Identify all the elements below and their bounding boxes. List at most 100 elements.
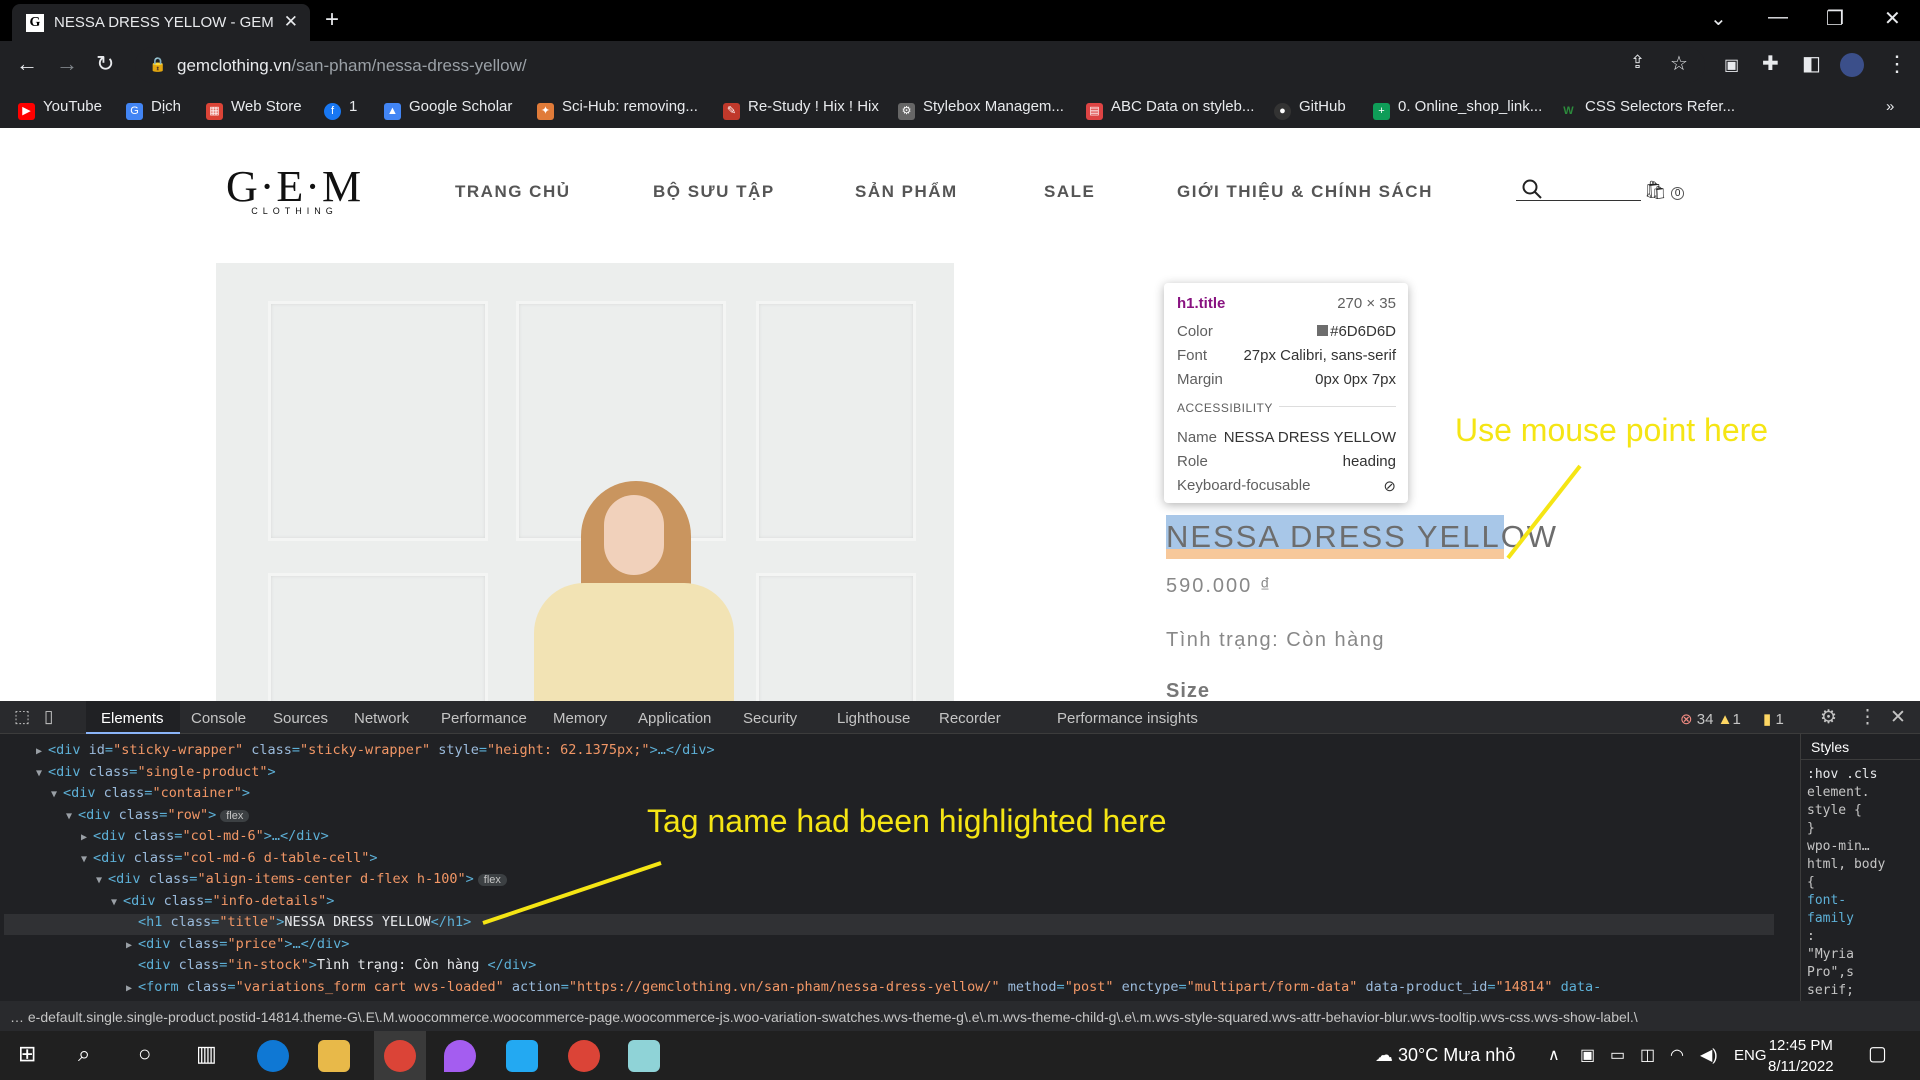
inspect-element-icon[interactable]: ⬚ <box>14 707 30 727</box>
puzzle-icon[interactable]: ✚ <box>1762 51 1779 76</box>
tray-app-icon[interactable]: ▣ <box>1580 1045 1595 1065</box>
issues-count[interactable]: ▮ 1 <box>1763 710 1784 728</box>
bookmark-scihub[interactable]: ✦ Sci-Hub: removing... <box>537 98 698 120</box>
expand-arrow-icon[interactable]: ▼ <box>111 897 123 908</box>
expand-arrow-icon[interactable]: ▼ <box>81 854 93 865</box>
system-clock[interactable]: 12:45 PM 8/11/2022 <box>1768 1035 1834 1077</box>
back-icon[interactable]: ← <box>16 51 38 77</box>
tab-lighthouse[interactable]: Lighthouse <box>837 710 910 727</box>
tab-security[interactable]: Security <box>743 710 797 727</box>
dom-tree[interactable]: ▶ <div id="sticky-wrapper" class="sticky-… <box>0 734 1780 1001</box>
menu-item-products[interactable]: SẢN PHẨM <box>855 182 958 202</box>
bookmark-abc-data[interactable]: ▤ ABC Data on styleb... <box>1086 98 1254 120</box>
extension-icon[interactable]: ▣ <box>1724 55 1739 75</box>
wifi-icon[interactable]: ◠ <box>1670 1045 1684 1065</box>
tab-recorder[interactable]: Recorder <box>939 710 1001 727</box>
address-bar[interactable]: 🔒 gemclothing.vn/san-pham/nessa-dress-ye… <box>135 47 1705 83</box>
expand-arrow-icon[interactable]: ▶ <box>126 983 138 994</box>
language-indicator[interactable]: ENG <box>1734 1047 1767 1064</box>
task-view-icon[interactable]: ▥ <box>196 1041 217 1067</box>
reload-icon[interactable]: ↻ <box>96 51 114 77</box>
tab-styles[interactable]: Styles <box>1811 739 1849 755</box>
device-toolbar-icon[interactable]: ▯ <box>44 707 53 727</box>
share-icon[interactable]: ⇪ <box>1630 52 1645 73</box>
error-count[interactable]: ⊗ 34 ▲1 <box>1680 710 1741 728</box>
settings-gear-icon[interactable]: ⚙ <box>1820 706 1837 729</box>
expand-arrow-icon[interactable]: ▼ <box>66 811 78 822</box>
chrome-icon[interactable] <box>384 1040 416 1072</box>
bookmark-stylebox[interactable]: ⚙ Stylebox Managem... <box>898 98 1064 120</box>
tab-performance[interactable]: Performance <box>441 710 527 727</box>
expand-arrow-icon[interactable]: ▼ <box>51 789 63 800</box>
close-tab-icon[interactable]: ✕ <box>284 12 298 32</box>
menu-item-home[interactable]: TRANG CHỦ <box>455 182 571 202</box>
menu-dots-icon[interactable]: ⋮ <box>1886 51 1908 77</box>
bookmark-github[interactable]: ● GitHub <box>1274 98 1346 120</box>
tab-elements[interactable]: Elements <box>101 710 164 727</box>
tab-memory[interactable]: Memory <box>553 710 607 727</box>
bookmark-css-selectors[interactable]: W CSS Selectors Refer... <box>1560 98 1735 120</box>
display-icon[interactable]: ◫ <box>1640 1045 1655 1065</box>
bookmark-dich[interactable]: G Dịch <box>126 98 181 120</box>
restore-icon[interactable]: ❐ <box>1826 6 1844 31</box>
search-icon[interactable]: ⌕ <box>78 1041 90 1067</box>
browser-tab[interactable]: G NESSA DRESS YELLOW - GEM ✕ <box>12 4 310 41</box>
new-tab-icon[interactable]: + <box>325 6 339 34</box>
menu-item-collection[interactable]: BỘ SƯU TẬP <box>653 182 775 202</box>
chrome-profile-icon[interactable] <box>568 1040 600 1072</box>
dom-node[interactable]: ▶ <form class="variations_form cart wvs-l… <box>126 979 1601 1000</box>
forward-icon[interactable]: → <box>56 51 78 77</box>
lock-icon[interactable]: 🔒 <box>149 56 166 73</box>
close-devtools-icon[interactable]: ✕ <box>1890 706 1906 729</box>
dom-node[interactable]: ▼ <div class="info-details"> <box>111 893 334 914</box>
expand-arrow-icon[interactable]: ▶ <box>126 940 138 951</box>
dom-node[interactable]: ▶ <div class="price">…</div> <box>126 936 349 957</box>
paint-icon[interactable] <box>444 1040 476 1072</box>
battery-icon[interactable]: ▭ <box>1610 1045 1625 1065</box>
dom-breadcrumb[interactable]: … e-default.single.single-product.postid… <box>0 1001 1920 1031</box>
windows-start-icon[interactable]: ⊞ <box>18 1041 36 1067</box>
side-panel-icon[interactable]: ◧ <box>1802 51 1821 76</box>
vscode-icon[interactable] <box>506 1040 538 1072</box>
bookmark-facebook[interactable]: f1 <box>324 98 357 120</box>
dom-node[interactable]: <div class="in-stock">Tình trạng: Còn hà… <box>126 957 536 978</box>
menu-item-about[interactable]: GIỚI THIỆU & CHÍNH SÁCH <box>1177 182 1433 202</box>
bookmark-star-icon[interactable]: ☆ <box>1670 51 1688 76</box>
styles-pane[interactable]: Styles :hov .cls element. style {} wpo-min…… <box>1800 734 1920 1001</box>
tab-console[interactable]: Console <box>191 710 246 727</box>
dom-node-selected[interactable]: <h1 class="title">NESSA DRESS YELLOW</h1… <box>4 914 1774 935</box>
close-window-icon[interactable]: ✕ <box>1884 6 1901 31</box>
expand-arrow-icon[interactable]: ▶ <box>81 832 93 843</box>
more-options-icon[interactable]: ⋮ <box>1858 706 1877 729</box>
search-input[interactable] <box>1516 175 1641 201</box>
dom-node[interactable]: ▼ <div class="align-items-center d-flex h… <box>96 871 507 892</box>
dom-node[interactable]: ▼ <div class="single-product"> <box>36 764 276 785</box>
notifications-icon[interactable]: ▢ <box>1868 1041 1887 1066</box>
tab-network[interactable]: Network <box>354 710 409 727</box>
edge-icon[interactable] <box>257 1040 289 1072</box>
weather-widget[interactable]: ☁ 30°C Mưa nhỏ <box>1375 1045 1515 1066</box>
tab-search-icon[interactable]: ⌄ <box>1710 6 1727 31</box>
tray-chevron-icon[interactable]: ∧ <box>1548 1045 1560 1065</box>
dom-node[interactable]: ▶ <div class="col-md-6">…</div> <box>81 828 329 849</box>
bookmark-webstore[interactable]: ▦ Web Store <box>206 98 302 120</box>
cortana-icon[interactable]: ○ <box>138 1041 151 1067</box>
dom-node[interactable]: ▼ <div class="row"> flex <box>66 807 250 828</box>
expand-arrow-icon[interactable]: ▼ <box>96 875 108 886</box>
expand-arrow-icon[interactable]: ▶ <box>36 746 48 757</box>
volume-icon[interactable]: ◀) <box>1700 1045 1718 1065</box>
tab-application[interactable]: Application <box>638 710 711 727</box>
bookmark-restudy[interactable]: ✎ Re-Study ! Hix ! Hix <box>723 98 879 120</box>
more-bookmarks-icon[interactable]: » <box>1886 98 1894 115</box>
minimize-icon[interactable]: — <box>1768 6 1788 29</box>
dom-node[interactable]: ▼ <div class="container"> <box>51 785 250 806</box>
notepad-icon[interactable] <box>628 1040 660 1072</box>
site-logo[interactable]: G·E·M CLOTHING <box>226 161 363 216</box>
flex-badge[interactable]: flex <box>220 809 250 822</box>
bookmark-online-shop[interactable]: +0. Online_shop_link... <box>1373 98 1542 120</box>
expand-arrow-icon[interactable]: ▼ <box>36 768 48 779</box>
product-image[interactable] <box>216 263 954 701</box>
tab-performance-insights[interactable]: Performance insights <box>1057 710 1198 727</box>
cart-icon[interactable]: 🛍 0 <box>1644 180 1685 201</box>
tab-sources[interactable]: Sources <box>273 710 328 727</box>
